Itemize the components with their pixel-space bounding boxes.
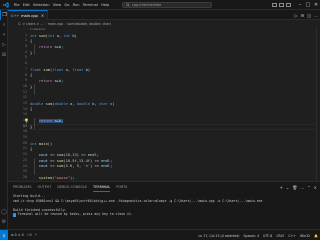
editor-scrollbar[interactable] <box>316 27 320 181</box>
problems-count[interactable]: ⊗ 0 ⚠ 0 <box>11 233 24 237</box>
breadcrumb-file[interactable]: main.cpp <box>48 22 63 26</box>
toggle-panel-icon[interactable] <box>279 3 284 7</box>
line-ending[interactable]: CRLF <box>276 234 284 238</box>
breadcrumb: C: > Users > ... › main.cpp › sum(double… <box>8 20 320 27</box>
panel-tabs: PROBLEMS OUTPUT DEBUG CONSOLE TERMINAL P… <box>8 182 320 192</box>
more-actions-icon[interactable]: … <box>314 13 318 18</box>
menu-edit[interactable]: Edit <box>21 0 31 10</box>
search-view-icon[interactable]: ⌕ <box>0 20 8 30</box>
source-control-icon[interactable]: ⑂ <box>0 30 8 40</box>
search-icon <box>126 3 130 7</box>
breadcrumb-path[interactable]: C: > Users > ... <box>18 22 44 26</box>
encoding[interactable]: UTF-8 <box>263 234 272 238</box>
chevron-down-icon[interactable]: ⌄ <box>286 185 289 190</box>
tab-output[interactable]: OUTPUT <box>38 182 52 192</box>
command-center-text: cpp-intermediate <box>132 3 162 7</box>
close-window-icon[interactable]: ✕ <box>312 0 320 10</box>
editor-tabs: C++ main.cpp × ▷ ⚙ ◫ … <box>8 10 320 20</box>
vscode-logo-icon <box>2 1 10 8</box>
manage-gear-icon[interactable]: ⚙ <box>0 217 8 227</box>
title-bar: File Edit Selection View Go Run Terminal… <box>0 0 320 10</box>
menu-bar: File Edit Selection View Go Run Terminal… <box>12 0 111 10</box>
lightning-icon[interactable]: ⚡ <box>35 233 37 237</box>
indentation[interactable]: Spaces: 4 <box>244 234 260 238</box>
run-file-icon[interactable]: ▷ <box>295 13 298 18</box>
bottom-panel: PROBLEMS OUTPUT DEBUG CONSOLE TERMINAL P… <box>8 181 320 229</box>
lightbulb-icon[interactable]: 💡 <box>24 118 29 123</box>
toggle-sidebar-icon[interactable] <box>272 3 277 7</box>
tab-main-cpp[interactable]: C++ main.cpp × <box>8 10 49 20</box>
menu-view[interactable]: View <box>51 0 63 10</box>
line-number-gutter: 1 2 3 4 5 6 7 8 9 10 11 12 13 14 15 16 1… <box>22 32 27 185</box>
menu-run[interactable]: Run <box>71 0 81 10</box>
extensions-icon[interactable]: ⊞ <box>0 50 8 60</box>
minimize-icon[interactable]: – <box>296 0 304 10</box>
tab-ports[interactable]: PORTS <box>116 182 127 192</box>
menu-help[interactable]: Help <box>99 0 110 10</box>
platform-config[interactable]: Win32 <box>300 234 310 238</box>
menu-selection[interactable]: Selection <box>31 0 51 10</box>
tab-debug-console[interactable]: DEBUG CONSOLE <box>57 182 87 192</box>
language-mode[interactable]: C++ <box>288 234 296 238</box>
command-center-search[interactable]: cpp-intermediate <box>122 2 212 8</box>
toggle-secondary-sidebar-icon[interactable] <box>286 3 291 7</box>
terminal-line-text: Terminal will be reused by tasks, press … <box>17 212 133 217</box>
menu-go[interactable]: Go <box>63 0 71 10</box>
activity-bar: ❐ ⌕ ⑂ ▷ ⊞ ◯ ⚙ <box>0 10 8 229</box>
gear-icon[interactable]: ⚙ <box>301 13 305 18</box>
menu-file[interactable]: File <box>12 0 21 10</box>
close-tab-icon[interactable]: × <box>41 13 44 18</box>
cpp-file-icon: C++ <box>11 13 20 18</box>
terminal-line-with-badge: * Terminal will be reused by tasks, pres… <box>13 212 313 217</box>
menu-terminal[interactable]: Terminal <box>81 0 99 10</box>
explorer-icon[interactable]: ❐ <box>0 10 8 20</box>
notifications-bell-icon[interactable]: 🔔 <box>314 234 318 238</box>
cursor-position[interactable]: Ln 17, Col 13 (4 selected) <box>199 234 240 238</box>
new-terminal-icon[interactable]: + <box>279 185 282 190</box>
code-editor[interactable]: 1 2 3 4 5 6 7 8 9 10 11 12 13 14 15 16 1… <box>8 27 320 185</box>
terminal-output[interactable]: Starting build... cmd /c chcp 65001>nul … <box>8 192 320 217</box>
code-area[interactable]: 1 reference int sum(int a, int b) { retu… <box>24 27 320 185</box>
trash-icon[interactable]: 🗑 <box>292 185 297 190</box>
account-icon[interactable]: ◯ <box>0 207 8 217</box>
close-panel-icon[interactable]: × <box>314 185 317 190</box>
split-editor-icon[interactable]: ◫ <box>307 13 311 18</box>
tab-label: main.cpp <box>21 13 38 18</box>
run-debug-icon[interactable]: ▷ <box>0 40 8 50</box>
tab-problems[interactable]: PROBLEMS <box>13 182 32 192</box>
status-bar: ⟩⟨ ⊗ 0 ⚠ 0 ⑂ 0 ⚡ Ln 17, Col 13 (4 select… <box>0 229 320 240</box>
terminal-info-icon: * <box>13 213 16 217</box>
more-actions-icon[interactable]: … <box>300 185 304 190</box>
maximize-icon[interactable]: □ <box>304 0 312 10</box>
breadcrumb-symbol[interactable]: sum(double, double, char) <box>67 22 111 26</box>
maximize-panel-icon[interactable]: ⌃ <box>307 185 310 190</box>
ports-count[interactable]: ⑂ 0 <box>27 233 32 237</box>
tab-terminal[interactable]: TERMINAL <box>93 182 111 192</box>
remote-indicator-icon[interactable]: ⟩⟨ <box>0 229 8 240</box>
